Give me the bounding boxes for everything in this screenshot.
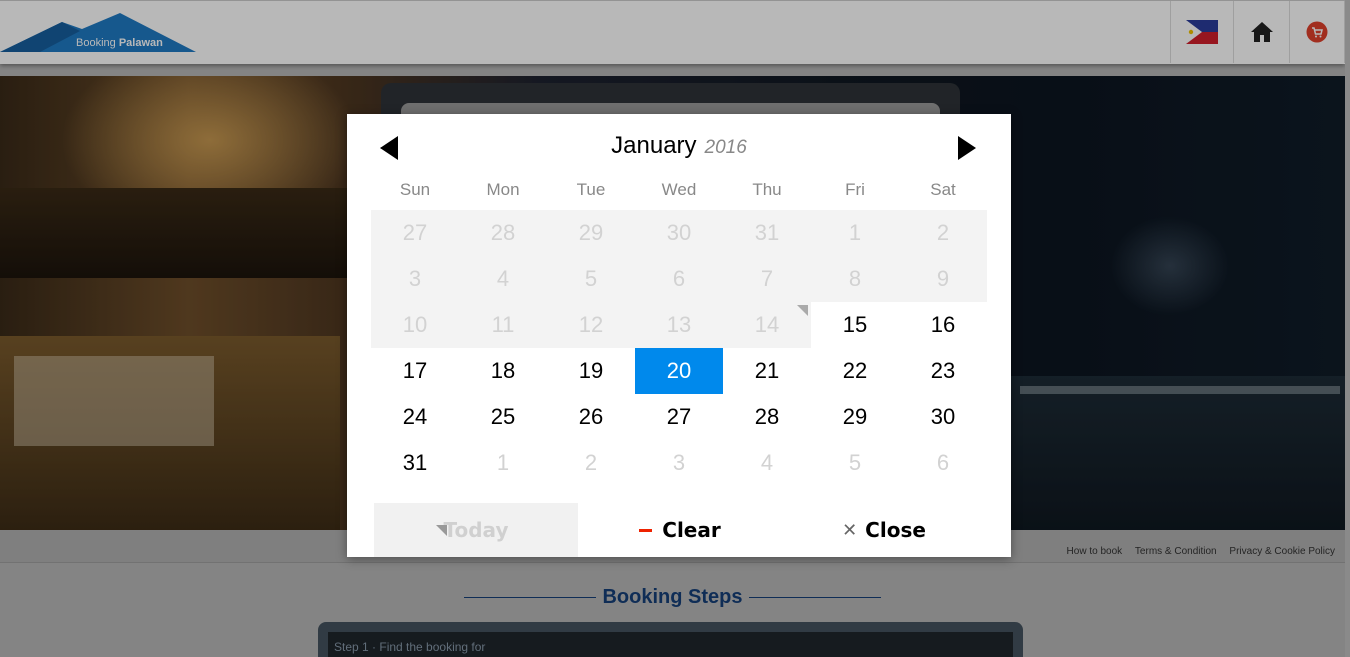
calendar-day: 2 [899,210,987,256]
calendar-day[interactable]: 29 [811,394,899,440]
weekday-sat: Sat [930,180,956,199]
year-label: 2016 [704,137,747,158]
calendar-day: 1 [496,450,510,475]
calendar-day: 13 [635,302,723,348]
arrow-right-icon [958,136,976,160]
calendar-day: 7 [723,256,811,302]
calendar-day: 9 [899,256,987,302]
calendar-day[interactable]: 16 [899,302,987,348]
page-scrollbar[interactable] [1345,0,1350,657]
clear-button[interactable]: Clear [578,503,782,557]
calendar-day[interactable]: 15 [811,302,899,348]
datepicker-footer: Today Clear ✕ Close [374,503,986,557]
calendar-day: 5 [547,256,635,302]
calendar-day[interactable]: 21 [723,348,811,394]
calendar-day: 3 [672,450,686,475]
weekday-mon: Mon [486,180,520,199]
calendar-day: 14 [723,302,811,348]
calendar-day: 28 [459,210,547,256]
calendar-day: 31 [723,210,811,256]
calendar-day[interactable]: 17 [371,348,459,394]
calendar-day-grid: 27 28 29 30 31 1 2 3 4 5 6 7 8 9 10 11 12 13 14 15 16 17 18 19 2… [371,210,987,486]
close-label: Close [865,518,926,542]
calendar-day[interactable]: 27 [635,394,723,440]
calendar-day: 1 [811,210,899,256]
datepicker-popup: January 2016 Sun Mon Tue Wed Thu Fri Sat … [347,114,1011,557]
calendar-day: 27 [371,210,459,256]
calendar-day: 3 [371,256,459,302]
calendar-day[interactable]: 23 [899,348,987,394]
weekday-header-row: Sun Mon Tue Wed Thu Fri Sat [371,180,987,200]
calendar-week-row: 17 18 19 20 21 22 23 [371,348,987,394]
calendar-week-row: 31 1 2 3 4 5 6 [371,440,987,486]
calendar-day[interactable]: 24 [371,394,459,440]
calendar-day: 4 [760,450,774,475]
calendar-day: 6 [635,256,723,302]
calendar-day[interactable]: 25 [459,394,547,440]
today-label: Today [443,518,509,542]
calendar-day[interactable]: 18 [459,348,547,394]
calendar-day: 10 [371,302,459,348]
month-label: January [611,132,697,159]
calendar-day: 6 [936,450,950,475]
calendar-day[interactable]: 22 [811,348,899,394]
calendar-week-row: 24 25 26 27 28 29 30 [371,394,987,440]
calendar-day: 29 [547,210,635,256]
close-button[interactable]: ✕ Close [782,503,986,557]
close-icon: ✕ [842,519,858,541]
calendar-day-selected[interactable]: 20 [635,348,723,394]
calendar-week-row: 3456789 [371,256,987,302]
weekday-tue: Tue [576,180,606,199]
month-year-header: January 2016 [347,132,1011,160]
weekday-sun: Sun [399,180,431,199]
calendar-week-row: 27 28 29 30 31 1 2 [371,210,987,256]
calendar-day: 30 [635,210,723,256]
calendar-day[interactable]: 19 [547,348,635,394]
calendar-day: 4 [459,256,547,302]
calendar-day: 8 [811,256,899,302]
calendar-day[interactable]: 28 [723,394,811,440]
calendar-day: 12 [547,302,635,348]
calendar-week-row: 10 11 12 13 14 15 16 [371,302,987,348]
today-marker-icon [436,525,447,536]
calendar-day[interactable]: 31 [371,440,459,486]
weekday-thu: Thu [752,180,782,199]
next-month-button[interactable] [955,134,979,162]
minus-icon [639,528,653,532]
calendar-day[interactable]: 30 [899,394,987,440]
calendar-day: 2 [584,450,598,475]
weekday-fri: Fri [845,180,865,199]
calendar-day: 5 [848,450,862,475]
calendar-day[interactable]: 26 [547,394,635,440]
calendar-day: 11 [459,302,547,348]
today-button[interactable]: Today [374,503,578,557]
clear-label: Clear [662,518,721,542]
weekday-wed: Wed [661,180,697,199]
